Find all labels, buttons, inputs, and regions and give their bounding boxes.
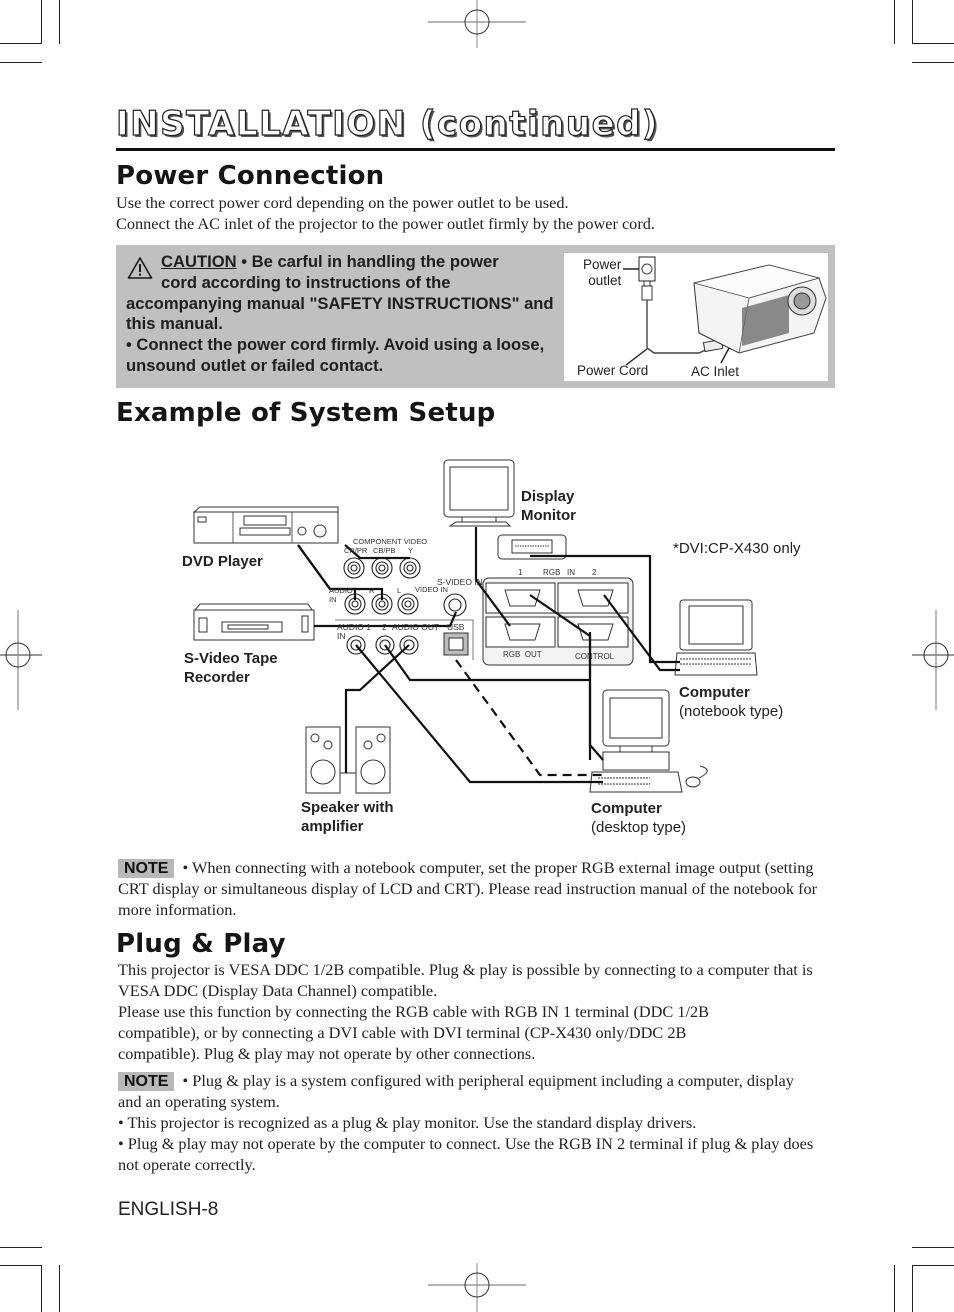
speaker-label: Speaker with amplifier [301,798,394,836]
desktop-computer-label: Computer (desktop type) [591,799,686,837]
panel-label: 1 [518,568,523,577]
note-text: • When connecting with a notebook comput… [118,858,818,919]
svideo-recorder-label: S-Video Tape Recorder [184,649,278,687]
panel-label: CR/PR [344,546,368,555]
desktop-computer-label-line: (desktop type) [591,819,687,836]
display-monitor-label-line: Monitor [521,507,576,524]
svideo-recorder-illustration [193,603,315,641]
display-monitor-illustration [443,459,515,527]
panel-label: RGB OUT [503,650,542,659]
panel-label: L [397,586,402,595]
speaker-label-line: amplifier [301,818,364,835]
note-badge: NOTE [118,1072,175,1091]
panel-label: 2 [382,622,387,632]
plug-play-heading: Plug & Play [116,929,286,959]
dvd-player-label: DVD Player [182,553,263,570]
page-number: ENGLISH-8 [118,1199,219,1220]
notebook-computer-label: Computer (notebook type) [679,683,783,721]
notebook-computer-label-line: (notebook type) [679,703,784,720]
panel-label: CONTROL [575,652,615,661]
note-bullet: • This projector is recognized as a plug… [118,1113,697,1132]
panel-label: COMPONENT VIDEO [353,537,428,546]
svideo-recorder-label-line: Recorder [184,669,250,686]
usb-cable-dashed [455,659,603,777]
plug-play-text: This projector is VESA DDC 1/2B compatib… [118,959,836,1064]
notebook-computer-illustration [674,599,758,676]
registration-mark-bottom [428,1263,526,1312]
panel-label: Y [408,546,414,555]
panel-label: R [369,586,375,595]
speaker-label-line: Speaker with [301,799,394,816]
note-plug-play: NOTE • Plug & play is a system configure… [118,1070,818,1175]
display-monitor-label: Display Monitor [521,487,576,525]
dvd-player-illustration [192,506,339,544]
desktop-computer-label-line: Computer [591,800,662,817]
note-bullet: • Plug & play is a system configured wit… [118,1071,794,1111]
plug-play-paragraph: This projector is VESA DDC 1/2B compatib… [118,960,813,1000]
plug-play-paragraph: Please use this function by connecting t… [118,1002,710,1063]
panel-label: AUDIO [329,586,353,595]
panel-label: USB [447,622,465,632]
notebook-computer-label-line: Computer [679,684,750,701]
note-setup: NOTE • When connecting with a notebook c… [118,857,834,920]
svideo-recorder-label-line: S-Video Tape [184,650,278,667]
panel-label: CB/PB [373,546,396,555]
panel-label: IN [337,631,346,641]
panel-label: RGB IN [543,568,576,577]
speakers-illustration [305,726,391,794]
note-badge: NOTE [118,859,175,878]
panel-label: IN [329,595,337,604]
system-setup-diagram [192,459,758,794]
note-bullet: • Plug & play may not operate by the com… [118,1134,814,1174]
display-monitor-label-line: Display [521,488,575,505]
panel-label: 2 [592,568,597,577]
panel-label: AUDIO OUT [392,622,440,632]
panel-label: S-VIDEO IN [437,577,483,587]
dvi-note-label: *DVI:CP-X430 only [673,540,801,557]
